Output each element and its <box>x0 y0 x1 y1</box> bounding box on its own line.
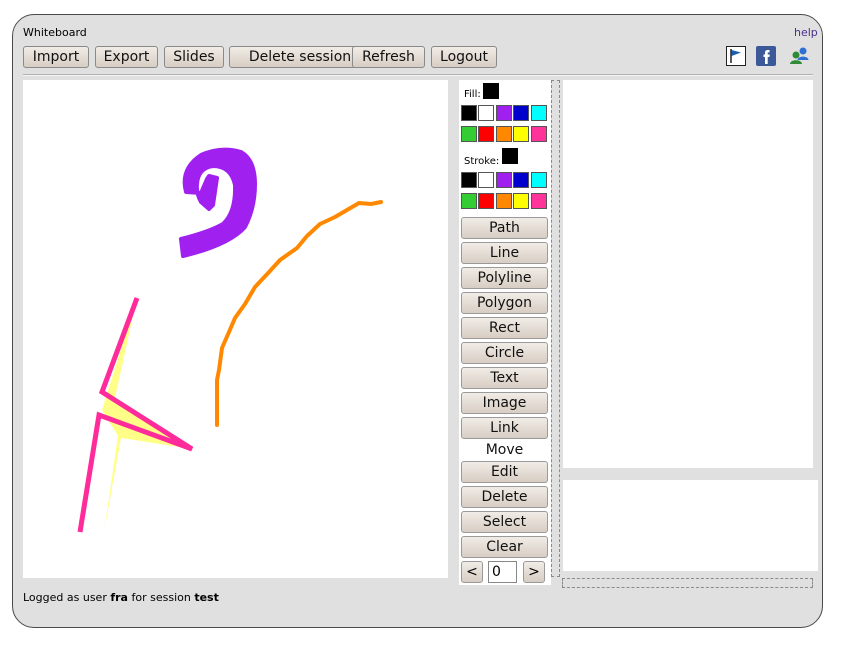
stroke-color-swatch[interactable] <box>530 172 547 188</box>
users-icon[interactable] <box>789 46 811 66</box>
refresh-button[interactable]: Refresh <box>352 46 425 68</box>
circle-tool-button[interactable]: Circle <box>461 342 548 364</box>
fill-color-swatch[interactable] <box>495 126 512 142</box>
stroke-color-swatch[interactable] <box>478 193 495 209</box>
select-tool-button[interactable]: Select <box>461 511 548 533</box>
facebook-icon[interactable] <box>756 46 776 66</box>
yellow-polygon-shape <box>102 298 192 532</box>
polygon-tool-button[interactable]: Polygon <box>461 292 548 314</box>
clear-tool-button[interactable]: Clear <box>461 536 548 558</box>
status-prefix: Logged as user <box>23 591 107 604</box>
preview-pane <box>563 80 813 468</box>
move-tool-button[interactable]: Move <box>461 439 548 461</box>
app-title: Whiteboard <box>23 26 87 39</box>
fill-color-swatch[interactable] <box>478 105 495 121</box>
polyline-tool-button[interactable]: Polyline <box>461 267 548 289</box>
stroke-color-swatch[interactable] <box>461 193 477 209</box>
delete-tool-button[interactable]: Delete <box>461 486 548 508</box>
stroke-current-swatch <box>502 148 518 164</box>
fill-label: Fill: <box>464 89 481 100</box>
link-tool-button[interactable]: Link <box>461 417 548 439</box>
properties-pane <box>563 480 818 571</box>
logout-button[interactable]: Logout <box>431 46 497 68</box>
image-tool-button[interactable]: Image <box>461 392 548 414</box>
fill-color-swatch[interactable] <box>530 126 547 142</box>
magenta-polyline-shape <box>77 297 194 533</box>
page-number-input[interactable]: 0 <box>488 561 517 583</box>
status-user: fra <box>110 591 128 604</box>
export-button[interactable]: Export <box>95 46 158 68</box>
line-tool-button[interactable]: Line <box>461 242 548 264</box>
fill-color-swatch[interactable] <box>495 105 512 121</box>
stroke-color-swatch[interactable] <box>495 193 512 209</box>
next-page-button[interactable]: > <box>523 561 545 583</box>
status-session: test <box>194 591 219 604</box>
help-link[interactable]: help <box>794 26 818 39</box>
tool-panel: Fill: Stroke: Path Line Polyline Polygon… <box>459 80 551 585</box>
orange-path-shape <box>215 200 383 427</box>
fill-color-swatch[interactable] <box>461 126 477 142</box>
purple-spiral-shape <box>179 147 257 258</box>
resize-handle-horizontal[interactable] <box>562 578 813 588</box>
delete-session-button[interactable]: Delete session <box>229 46 371 68</box>
stroke-color-swatch[interactable] <box>478 172 495 188</box>
stroke-color-swatch[interactable] <box>530 193 547 209</box>
fill-current-swatch <box>483 83 499 99</box>
fill-color-swatch[interactable] <box>530 105 547 121</box>
toolbar-separator <box>23 74 813 76</box>
path-tool-button[interactable]: Path <box>461 217 548 239</box>
slides-button[interactable]: Slides <box>164 46 224 68</box>
import-button[interactable]: Import <box>23 46 89 68</box>
stroke-color-swatch[interactable] <box>513 193 530 209</box>
fill-color-swatch[interactable] <box>513 126 530 142</box>
resize-handle-vertical[interactable] <box>551 80 560 577</box>
text-tool-button[interactable]: Text <box>461 367 548 389</box>
stroke-label: Stroke: <box>464 156 500 167</box>
rect-tool-button[interactable]: Rect <box>461 317 548 339</box>
prev-page-button[interactable]: < <box>461 561 483 583</box>
fill-color-swatch[interactable] <box>461 105 477 121</box>
status-middle: for session <box>131 591 191 604</box>
flag-icon[interactable] <box>726 46 746 66</box>
stroke-color-swatch[interactable] <box>495 172 512 188</box>
stroke-color-swatch[interactable] <box>513 172 530 188</box>
fill-color-swatch[interactable] <box>478 126 495 142</box>
fill-color-swatch[interactable] <box>513 105 530 121</box>
stroke-color-swatch[interactable] <box>461 172 477 188</box>
edit-tool-button[interactable]: Edit <box>461 461 548 483</box>
status-bar: Logged as user fra for session test <box>23 591 219 604</box>
drawing-canvas[interactable] <box>23 80 448 578</box>
